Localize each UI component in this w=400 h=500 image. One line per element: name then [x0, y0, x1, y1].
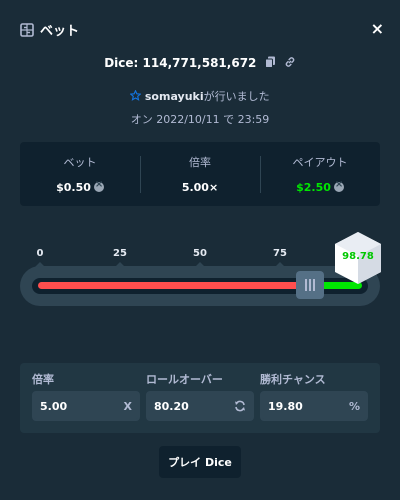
placed-by: somayukiが行いました — [0, 88, 400, 104]
username[interactable]: somayuki — [145, 90, 204, 103]
win-chance-value: 19.80 — [268, 399, 303, 413]
slider-tick-label: 0 — [36, 248, 44, 259]
modal-title: ベット — [40, 23, 80, 39]
stat-payout-value: $2.50 — [296, 180, 331, 194]
star-icon — [129, 89, 145, 103]
bet-id-text: Dice: 114,771,581,672 — [104, 56, 257, 70]
win-chance-suffix: % — [348, 399, 360, 413]
dice-result-value: 98.78 — [342, 251, 374, 262]
bet-date: オン 2022/10/11 で 23:59 — [130, 113, 270, 126]
stat-multiplier-label: 倍率 — [189, 155, 211, 169]
close-icon[interactable]: × — [371, 19, 384, 38]
multiplier-label: 倍率 — [32, 373, 54, 386]
modal-header: ベット × — [20, 14, 384, 44]
bet-slip-icon — [20, 22, 34, 37]
grip-icon — [304, 279, 316, 291]
stat-bet-value-row: $0.50 — [56, 179, 104, 194]
refresh-icon[interactable] — [234, 397, 246, 416]
copy-icon[interactable] — [264, 56, 276, 71]
stat-bet-label: ベット — [63, 155, 97, 169]
win-chance-input[interactable]: 19.80 % — [260, 391, 368, 421]
link-icon[interactable] — [284, 56, 296, 71]
stat-bet: ベット $0.50 — [20, 154, 140, 195]
bet-id: Dice: 114,771,581,672 — [0, 56, 400, 71]
stat-payout-value-row: $2.50 — [296, 179, 344, 194]
currency-icon — [93, 179, 104, 192]
win-chance-label: 勝利チャンス — [260, 373, 326, 386]
currency-icon — [333, 179, 344, 192]
dice-result: 98.78 — [333, 231, 383, 285]
multiplier-value: 5.00 — [40, 399, 68, 413]
rollover-input[interactable]: 80.20 — [146, 391, 254, 421]
bet-stats-panel: ベット $0.50 倍率 5.00× ペイアウト $2.50 — [20, 142, 380, 206]
stat-multiplier-value: 5.00× — [181, 180, 219, 194]
multiplier-input[interactable]: 5.00 X — [32, 391, 140, 421]
placed-by-suffix: が行いました — [203, 90, 270, 103]
bet-controls: 倍率 5.00 X ロールオーバー 80.20 勝利チャンス 19.80 % — [20, 363, 380, 433]
stat-payout: ペイアウト $2.50 — [260, 154, 380, 195]
slider-tick-label: 25 — [113, 248, 127, 259]
slider-handle[interactable] — [295, 271, 324, 299]
rollover-value: 80.20 — [154, 399, 189, 413]
slider-tick-label: 75 — [273, 248, 287, 259]
slider-tick-label: 50 — [193, 248, 207, 259]
stat-multiplier: 倍率 5.00× — [140, 154, 260, 195]
multiplier-suffix: X — [123, 399, 132, 413]
win-chance-control: 勝利チャンス 19.80 % — [260, 371, 368, 421]
multiplier-control: 倍率 5.00 X — [32, 371, 140, 421]
rollover-label: ロールオーバー — [146, 373, 223, 386]
stat-payout-label: ペイアウト — [292, 155, 348, 169]
stat-bet-value: $0.50 — [56, 180, 91, 194]
slider-lose-range — [38, 282, 310, 289]
rollover-control: ロールオーバー 80.20 — [146, 371, 254, 421]
play-dice-button[interactable]: プレイ Dice — [159, 446, 241, 478]
